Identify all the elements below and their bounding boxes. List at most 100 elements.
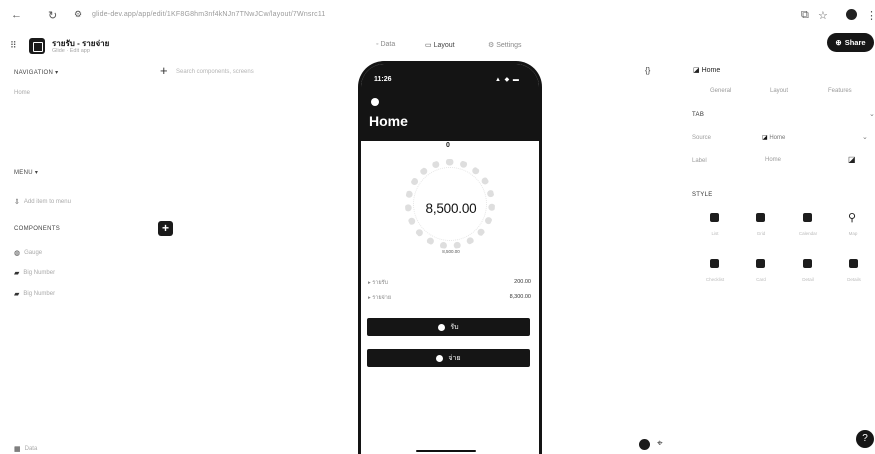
style-caption: Details — [847, 277, 861, 282]
sidebar-footer-label: Data — [24, 446, 38, 452]
address-bar[interactable]: glide-dev.app/app/edit/1KF8G8hm3nf4kNJn7… — [92, 11, 326, 18]
chevron-down-icon[interactable]: ⌄ — [862, 133, 868, 141]
code-icon[interactable]: {} — [645, 66, 650, 75]
component-name-text: Home — [701, 67, 721, 74]
navigation-header: NAVIGATION ▾ — [14, 70, 59, 76]
style-caption: Calendar — [798, 231, 818, 236]
gauge-min-label: 0 — [446, 142, 450, 149]
nav-item-home-label: Home — [14, 90, 31, 96]
browser-menu-icon[interactable]: ⋮ — [866, 9, 875, 22]
minus-circle-icon — [436, 354, 444, 362]
share-label: Share — [844, 38, 866, 47]
gauge-sub-value: 8,500.00 — [442, 249, 460, 254]
screen-title: Home — [369, 113, 408, 129]
nav-item-home[interactable]: Home — [14, 90, 30, 96]
help-chat-icon[interactable]: ? — [856, 430, 874, 448]
bookmark-star-icon[interactable]: ☆ — [818, 9, 828, 22]
component-item-gauge[interactable]: ◍ Gauge — [14, 249, 42, 257]
component-item-label: Big Number — [23, 270, 56, 276]
list-icon[interactable] — [710, 213, 719, 222]
receive-button[interactable]: รับ — [367, 318, 530, 336]
grid-menu-icon[interactable]: ⠿ — [10, 40, 17, 51]
navigation-header-text: NAVIGATION — [14, 70, 54, 76]
globe-icon: ⊕ — [835, 38, 842, 47]
source-label: Source — [692, 135, 712, 141]
app-subtitle: Glide · Edit app — [52, 48, 90, 54]
home-indicator — [416, 450, 476, 452]
income-value: 200.00 — [514, 279, 531, 285]
cursor-icon[interactable]: ⌖ — [657, 438, 663, 449]
play-preview-icon[interactable] — [639, 439, 650, 450]
component-item-label: Big Number — [23, 291, 56, 297]
components-header: COMPONENTS — [14, 226, 61, 232]
tab-features[interactable]: Features — [828, 88, 852, 94]
search-input[interactable]: Search components, screens — [176, 69, 254, 75]
component-item-big-number[interactable]: ▰ Big Number — [14, 269, 55, 277]
income-label-text: รายรับ — [372, 280, 389, 286]
style-caption: List — [711, 231, 719, 236]
browser-toolbar: ← ↻ ⚙ glide-dev.app/app/edit/1KF8G8hm3nf… — [0, 0, 875, 34]
reload-icon[interactable]: ↻ — [48, 9, 57, 22]
income-label: ▸ รายรับ — [368, 280, 389, 286]
component-item-label: Gauge — [24, 250, 43, 256]
sidebar-footer-data[interactable]: ▦ Data — [14, 445, 37, 453]
expense-value: 8,300.00 — [509, 294, 531, 300]
menu-header-text: MENU — [14, 170, 33, 176]
big-number-icon: ▰ — [14, 270, 20, 277]
tab-data-label: Data — [380, 41, 396, 48]
add-navigation-icon[interactable]: + — [160, 63, 168, 78]
add-component-button[interactable]: + — [158, 221, 173, 236]
back-arrow-icon[interactable]: ← — [11, 9, 22, 21]
tab-settings[interactable]: ⚙ Settings — [488, 41, 522, 49]
tab-section-header: TAB — [692, 112, 705, 118]
chart-icon[interactable] — [849, 259, 858, 268]
expense-label: ▸ รายจ่าย — [368, 295, 392, 301]
phone-header: 11:26 ▲ ◆ ▬ Home — [361, 64, 539, 141]
map-pin-icon[interactable]: ⚲ — [848, 211, 856, 224]
style-caption: Checklist — [705, 277, 725, 282]
app-badge-icon — [371, 98, 379, 106]
add-item-icon: ⇩ — [14, 199, 20, 206]
tab-layout-label: Layout — [433, 42, 455, 49]
gauge-value[interactable]: 8,500.00 — [396, 201, 506, 216]
phone-preview: 11:26 ▲ ◆ ▬ Home 0 8,500.00 8,500.00 ▸ ร… — [358, 61, 542, 454]
expense-label-text: รายจ่าย — [372, 295, 392, 301]
site-info-icon[interactable]: ⚙ — [74, 9, 82, 20]
component-item-big-number[interactable]: ▰ Big Number — [14, 290, 55, 298]
chevron-down-icon[interactable]: ⌄ — [869, 110, 875, 118]
checklist-icon[interactable] — [710, 259, 719, 268]
style-caption: Map — [848, 231, 858, 236]
receive-button-label: รับ — [450, 323, 459, 331]
source-value: Home — [769, 135, 786, 141]
big-number-icon: ▰ — [14, 291, 20, 298]
gauge-icon: ◍ — [14, 250, 21, 257]
extension-icon[interactable]: ⧉ — [801, 9, 809, 22]
plus-circle-icon — [438, 323, 446, 331]
style-caption: Card — [756, 277, 766, 282]
table-icon: ▦ — [14, 446, 21, 453]
app-logo-icon — [29, 38, 45, 54]
label-input[interactable]: Home — [765, 157, 781, 163]
profile-avatar-icon[interactable] — [846, 9, 857, 20]
menu-item-add[interactable]: ⇩ Add item to menu — [14, 198, 71, 206]
document-icon[interactable] — [803, 259, 812, 268]
tab-general[interactable]: General — [710, 88, 731, 94]
tab-data[interactable]: ◦ Data — [376, 41, 395, 48]
style-section-header: STYLE — [692, 192, 713, 198]
style-caption: Detail — [802, 277, 814, 282]
calendar-icon[interactable] — [803, 213, 812, 222]
tab-layout-panel[interactable]: Layout — [770, 88, 788, 94]
tab-layout[interactable]: ▭ Layout — [425, 41, 455, 49]
card-icon[interactable] — [756, 259, 765, 268]
status-icons: ▲ ◆ ▬ — [495, 77, 520, 83]
source-select[interactable]: ◪ Home — [762, 134, 785, 141]
share-button[interactable]: ⊕ Share — [827, 33, 874, 52]
table-icon: ◪ — [762, 135, 768, 141]
menu-item-add-label: Add item to menu — [23, 199, 71, 205]
status-time: 11:26 — [374, 76, 392, 83]
grid-icon[interactable] — [756, 213, 765, 222]
tab-settings-label: Settings — [496, 42, 522, 49]
icon-picker-icon[interactable]: ◪ — [848, 155, 856, 164]
pay-button[interactable]: จ่าย — [367, 349, 530, 367]
style-caption: Grid — [756, 231, 766, 236]
